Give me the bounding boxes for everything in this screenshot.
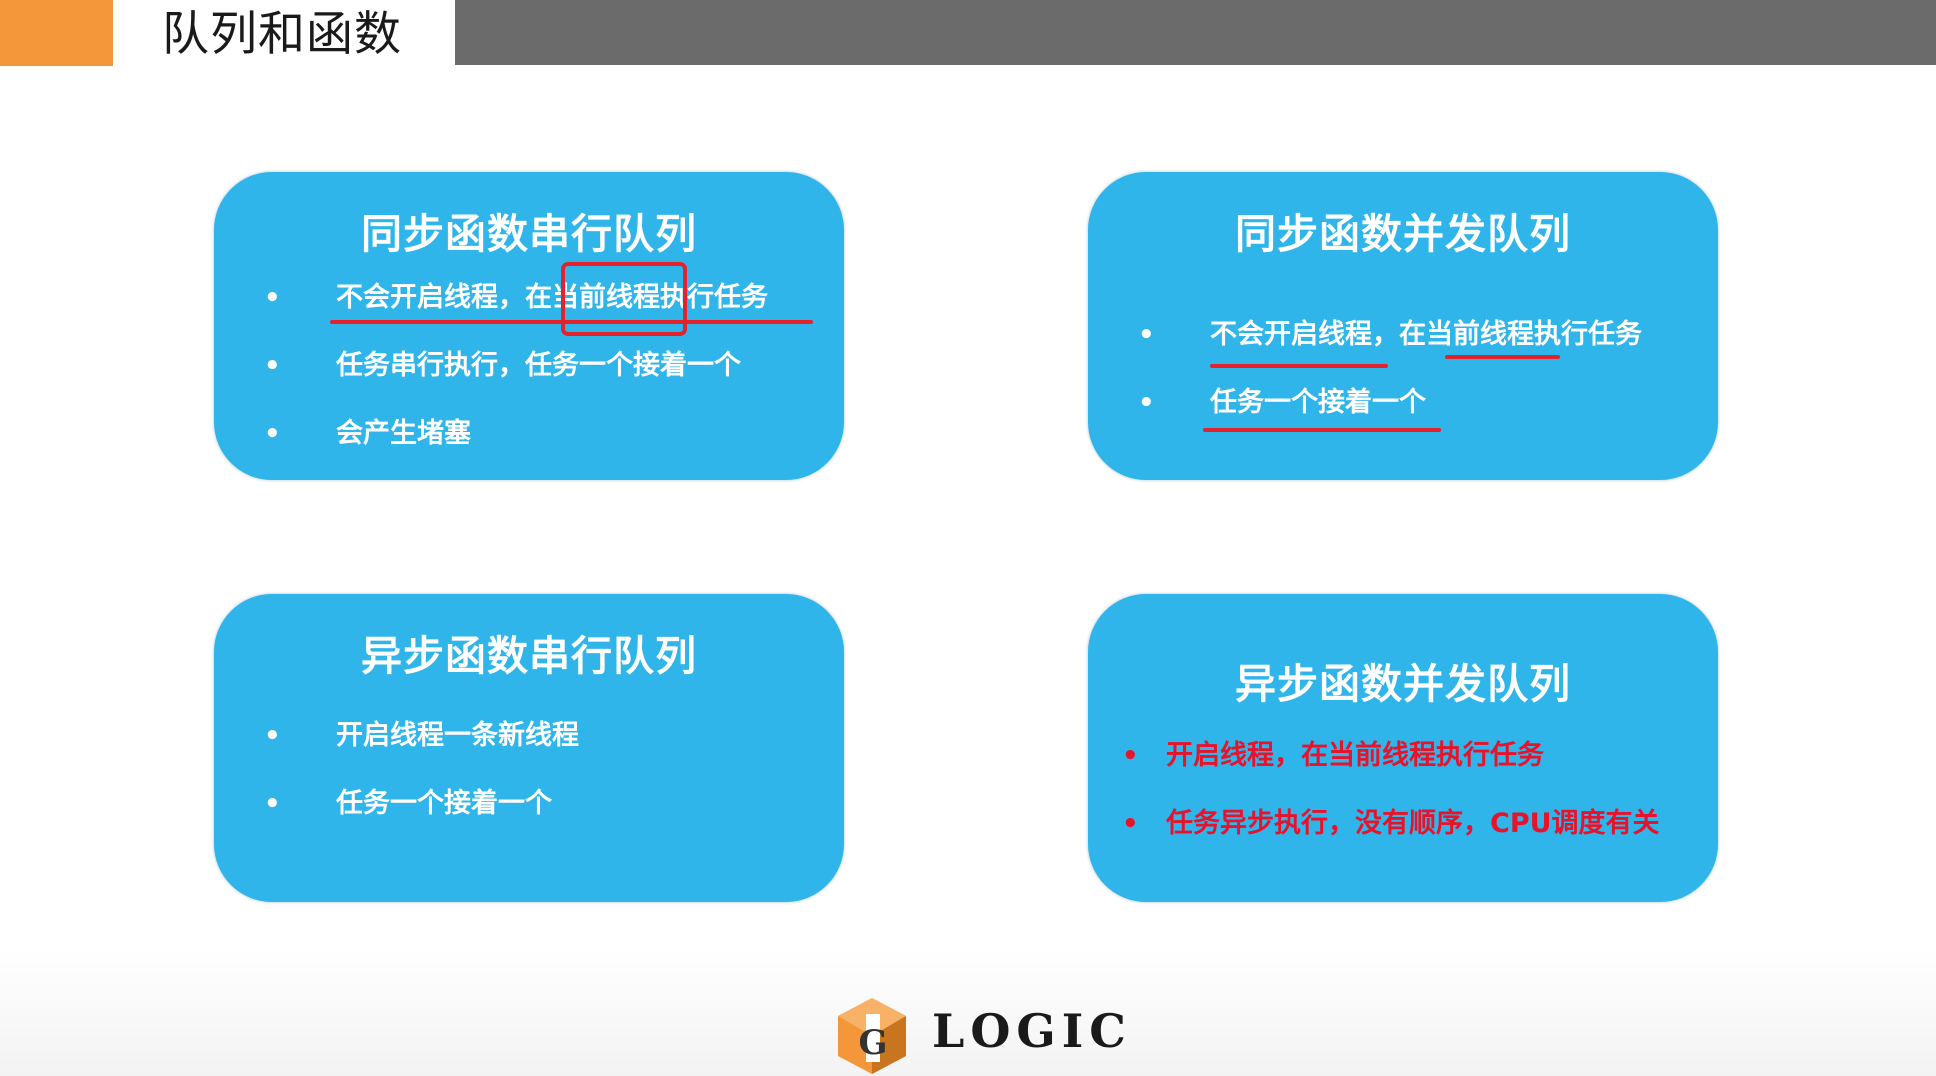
list-item: • 任务一个接着一个 [1088, 369, 1718, 437]
page-title: 队列和函数 [162, 7, 402, 62]
card-title: 同步函数并发队列 [1235, 210, 1571, 258]
annotation-underline [1210, 364, 1388, 368]
bullet-dot: • [1138, 388, 1155, 418]
card-title: 异步函数串行队列 [361, 632, 697, 680]
logo-text: LOGIC [932, 1004, 1132, 1058]
bullet-dot: • [264, 283, 281, 313]
bullet-list: • 开启线程一条新线程 • 任务一个接着一个 [214, 702, 844, 838]
logo: G LOGIC [836, 996, 1126, 1076]
list-item: • 开启线程，在当前线程执行任务 [1088, 722, 1718, 790]
list-item-text: 任务一个接着一个 [336, 788, 552, 819]
list-item: • 会产生堵塞 [214, 400, 844, 468]
logic-g-icon: G [838, 998, 906, 1074]
list-item: • 任务串行执行，任务一个接着一个 [214, 332, 844, 400]
annotation-underline [1445, 355, 1560, 359]
list-item-text: 任务异步执行，没有顺序，CPU调度有关 [1166, 808, 1660, 839]
list-item-text: 不会开启线程，在当前线程执行任务 [1210, 319, 1642, 350]
bullet-list: • 不会开启线程，在当前线程执行任务 • 任务串行执行，任务一个接着一个 • 会产生堵… [214, 264, 844, 468]
header-gray-bar [455, 0, 1936, 65]
list-item: • 任务一个接着一个 [214, 770, 844, 838]
bullet-list: • 开启线程，在当前线程执行任务 • 任务异步执行，没有顺序，CPU调度有关 [1088, 722, 1718, 858]
annotation-box [561, 262, 687, 336]
card-title: 同步函数串行队列 [361, 210, 697, 258]
list-item-text: 会产生堵塞 [336, 418, 471, 449]
list-item-text: 任务串行执行，任务一个接着一个 [336, 350, 741, 381]
annotation-underline [1203, 428, 1441, 432]
card-sync-serial: 同步函数串行队列 • 不会开启线程，在当前线程执行任务 • 任务串行执行，任务一个接… [214, 172, 844, 480]
header-orange-block [0, 0, 113, 66]
bullet-dot: • [264, 351, 281, 381]
card-async-concurrent: 异步函数并发队列 • 开启线程，在当前线程执行任务 • 任务异步执行，没有顺序，CP… [1088, 594, 1718, 902]
list-item-text: 开启线程，在当前线程执行任务 [1166, 740, 1544, 771]
list-item-text: 开启线程一条新线程 [336, 720, 579, 751]
list-item-text: 任务一个接着一个 [1210, 387, 1426, 418]
bullet-dot: • [1122, 741, 1139, 771]
bullet-list: • 不会开启线程，在当前线程执行任务 • 任务一个接着一个 [1088, 301, 1718, 437]
list-item: • 开启线程一条新线程 [214, 702, 844, 770]
card-async-serial: 异步函数串行队列 • 开启线程一条新线程 • 任务一个接着一个 [214, 594, 844, 902]
bullet-dot: • [1138, 320, 1155, 350]
svg-text:G: G [858, 1023, 887, 1063]
slide: 队列和函数 同步函数串行队列 • 不会开启线程，在当前线程执行任务 • 任务串行执行… [0, 0, 1936, 1076]
card-title: 异步函数并发队列 [1235, 660, 1571, 708]
bullet-dot: • [264, 789, 281, 819]
bullet-dot: • [1122, 809, 1139, 839]
list-item: • 不会开启线程，在当前线程执行任务 [1088, 301, 1718, 369]
bullet-dot: • [264, 419, 281, 449]
list-item: • 任务异步执行，没有顺序，CPU调度有关 [1088, 790, 1718, 858]
card-sync-concurrent: 同步函数并发队列 • 不会开启线程，在当前线程执行任务 • 任务一个接着一个 [1088, 172, 1718, 480]
bullet-dot: • [264, 721, 281, 751]
